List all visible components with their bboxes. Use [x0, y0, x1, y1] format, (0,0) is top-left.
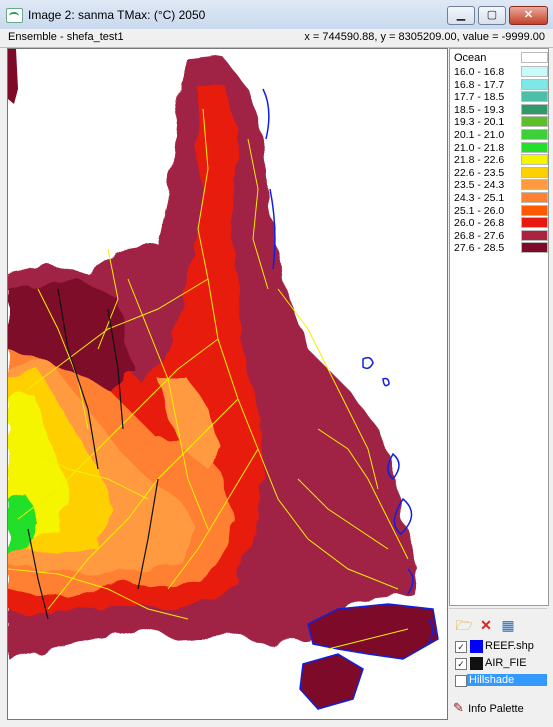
legend-item: 22.6 - 23.5 — [454, 166, 548, 179]
cursor-coordinates: x = 744590.88, y = 8305209.00, value = -… — [304, 31, 545, 43]
legend-ocean-swatch — [521, 52, 548, 63]
layer-reef-swatch — [470, 640, 483, 653]
maximize-button[interactable]: ▢ — [478, 6, 506, 25]
legend-item-swatch — [521, 129, 548, 140]
legend-item-label: 18.5 - 19.3 — [454, 103, 505, 116]
legend-item: 21.8 - 22.6 — [454, 154, 548, 167]
layer-reef[interactable]: ✓ REEF.shp — [453, 639, 545, 654]
layer-air-field-checkbox[interactable]: ✓ — [455, 658, 467, 670]
info-bar: Ensemble - shefa_test1 x = 744590.88, y … — [0, 29, 553, 48]
legend-item: 27.6 - 28.5 — [454, 242, 548, 255]
layer-hillshade-label: Hillshade — [467, 674, 547, 686]
map-view[interactable] — [7, 48, 448, 720]
legend-item: 21.0 - 21.8 — [454, 141, 548, 154]
legend-item: 20.1 - 21.0 — [454, 129, 548, 141]
info-palette-label: Info Palette — [468, 703, 524, 715]
legend-item-swatch — [521, 204, 548, 216]
legend-item-swatch — [521, 141, 548, 153]
layer-reef-checkbox[interactable]: ✓ — [455, 641, 467, 653]
legend-ocean-item — [454, 52, 548, 64]
legend-item-swatch — [521, 66, 548, 77]
legend-item-label: 20.1 - 21.0 — [454, 129, 505, 141]
table-icon[interactable]: ▦ — [499, 617, 517, 633]
legend-item-swatch — [521, 116, 548, 128]
legend-item-label: 26.0 - 26.8 — [454, 217, 505, 230]
pencil-icon: ✎ — [453, 700, 464, 715]
legend-item-label: 23.5 - 24.3 — [454, 179, 505, 192]
raster-map[interactable] — [8, 49, 447, 719]
legend-item-label: 21.8 - 22.6 — [454, 154, 505, 167]
delete-icon[interactable]: ✕ — [477, 617, 495, 633]
layer-air-field-swatch — [470, 657, 483, 670]
legend-item: 16.8 - 17.7 — [454, 78, 548, 91]
folder-open-icon[interactable]: 🗁 — [455, 617, 473, 633]
legend-item-swatch — [521, 242, 548, 254]
legend-item: 26.0 - 26.8 — [454, 217, 548, 230]
legend-item-label: 16.0 - 16.8 — [454, 66, 505, 78]
legend-item-label: 26.8 - 27.6 — [454, 229, 505, 242]
legend-item-label: 25.1 - 26.0 — [454, 204, 505, 217]
legend-item: 17.7 - 18.5 — [454, 91, 548, 104]
legend-item: 26.8 - 27.6 — [454, 229, 548, 242]
legend-item: 24.3 - 25.1 — [454, 192, 548, 204]
layer-hillshade-checkbox[interactable] — [455, 675, 467, 687]
legend-item-swatch — [521, 166, 548, 178]
legend-item-swatch — [521, 103, 548, 115]
legend-item-swatch — [521, 78, 548, 90]
legend-item-label: 21.0 - 21.8 — [454, 141, 505, 154]
layer-air-field[interactable]: ✓ AIR_FIE — [453, 656, 545, 671]
legend-item-label: 16.8 - 17.7 — [454, 78, 505, 91]
legend-item: 23.5 - 24.3 — [454, 179, 548, 192]
legend-item-swatch — [521, 154, 548, 166]
layer-hillshade[interactable]: Hillshade — [453, 673, 547, 688]
layer-reef-label: REEF.shp — [485, 640, 534, 652]
ensemble-label: Ensemble - shefa_test1 — [8, 31, 124, 43]
minimize-button[interactable]: ▁ — [447, 6, 475, 25]
legend-item: 19.3 - 20.1 — [454, 116, 548, 129]
close-button[interactable]: ✕ — [509, 6, 548, 25]
legend-item-swatch — [521, 179, 548, 191]
legend-item-label: 27.6 - 28.5 — [454, 242, 505, 255]
info-palette-button[interactable]: ✎ Info Palette — [453, 700, 524, 716]
legend-item: 25.1 - 26.0 — [454, 204, 548, 217]
legend-item-label: 19.3 - 20.1 — [454, 116, 505, 129]
legend-item-label: 17.7 - 18.5 — [454, 91, 505, 104]
legend-item-swatch — [521, 192, 548, 203]
layer-air-field-label: AIR_FIE — [485, 657, 527, 669]
legend-item: 16.0 - 16.8 — [454, 66, 548, 78]
window-title: Image 2: sanma TMax: (°C) 2050 — [28, 8, 206, 22]
legend-item: 18.5 - 19.3 — [454, 103, 548, 116]
legend-item-swatch — [521, 217, 548, 229]
legend-item-label: 22.6 - 23.5 — [454, 166, 505, 179]
title-bar: Image 2: sanma TMax: (°C) 2050 ▁ ▢ ✕ — [0, 0, 553, 30]
legend-item-swatch — [521, 229, 548, 241]
legend-panel: Ocean 16.0 - 16.8 16.8 - 17.7 17.7 - 18.5 1… — [449, 48, 549, 606]
legend-item-swatch — [521, 91, 548, 103]
app-icon — [6, 8, 23, 23]
legend-item-label: 24.3 - 25.1 — [454, 192, 505, 204]
